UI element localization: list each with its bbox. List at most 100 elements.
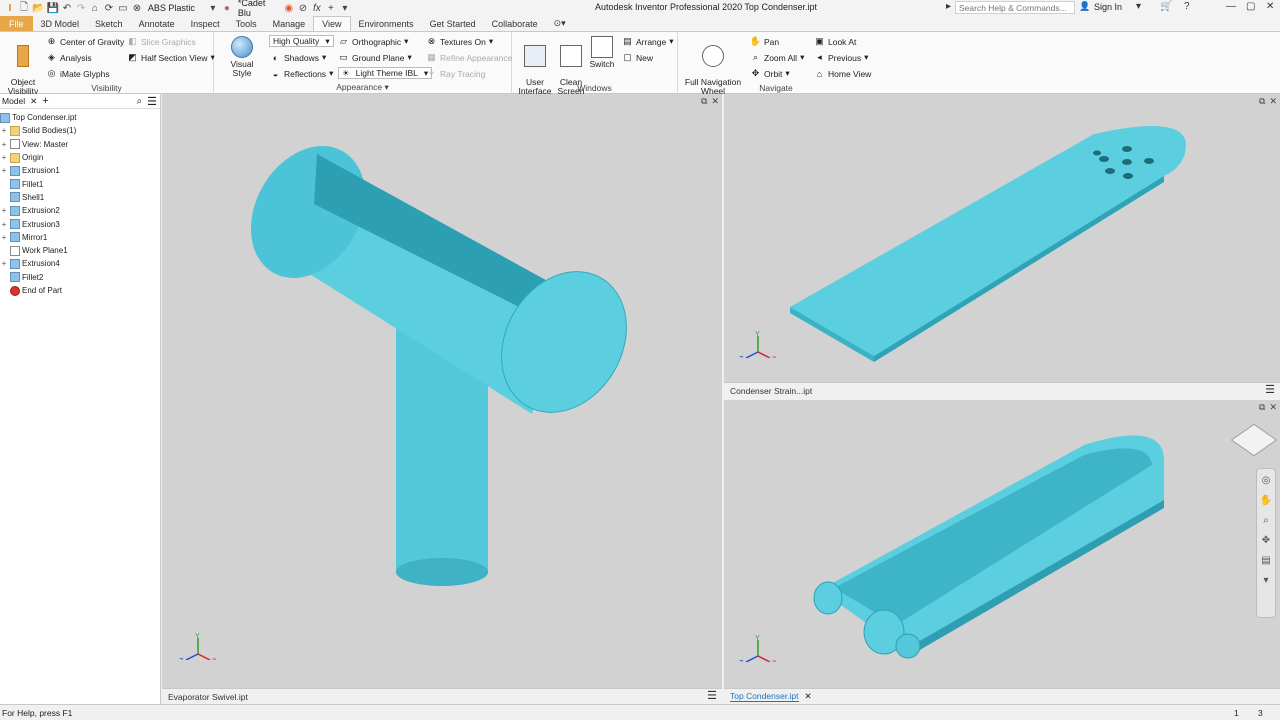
previous-view-button[interactable]: ◂ Previous ▾ [814, 52, 868, 63]
tree-node[interactable]: + View: Master [0, 138, 160, 151]
orthographic-button[interactable]: ▱ Orthographic ▾ [338, 36, 408, 47]
ray-tracing-button[interactable]: ✧ Ray Tracing [426, 68, 486, 79]
clear-appearance-icon[interactable]: ⊘ [297, 1, 309, 15]
imate-glyphs-button[interactable]: ◎ iMate Glyphs [46, 68, 110, 79]
tree-node[interactable]: Fillet1 [0, 177, 160, 190]
select-icon[interactable]: ▭ [117, 1, 129, 15]
add-tab-icon[interactable]: + [42, 95, 48, 107]
search-input[interactable] [955, 1, 1075, 14]
expand-icon[interactable]: + [0, 220, 8, 229]
expand-icon[interactable]: + [0, 153, 8, 162]
home-icon[interactable]: ⌂ [89, 1, 101, 15]
tab-view[interactable]: View [313, 16, 351, 31]
document-tab-condenser-strainer[interactable]: Condenser Strain...ipt [730, 386, 812, 396]
update-icon[interactable]: ⟳ [103, 1, 115, 15]
chevron-down-icon[interactable]: ▾ [207, 1, 219, 15]
tab-manage[interactable]: Manage [265, 16, 314, 31]
help-icon[interactable]: ? [1184, 1, 1190, 12]
appearance-select[interactable]: *Cadet Blu [235, 0, 281, 18]
cart-icon[interactable]: 🛒 [1160, 1, 1172, 12]
expand-icon[interactable]: + [0, 140, 8, 149]
pan-button[interactable]: ✋ Pan [750, 36, 779, 47]
minimize-icon[interactable]: — [1226, 1, 1236, 12]
customize-icon[interactable]: ▾ [339, 1, 351, 15]
expand-icon[interactable]: + [0, 233, 8, 242]
viewport-condenser-strainer[interactable]: ⧉ ✕ Y X Z Condenser Strain...ipt ☰ [724, 94, 1280, 398]
refine-appearance-button[interactable]: ▦ Refine Appearance [426, 52, 512, 63]
ribbon-options-icon[interactable]: ⊙▾ [546, 16, 574, 31]
orbit-button[interactable]: ✥ Orbit ▾ [750, 68, 790, 79]
expand-icon[interactable]: + [0, 206, 8, 215]
document-tab-evaporator-swivel[interactable]: Evaporator Swivel.ipt [168, 692, 248, 702]
slice-graphics-button[interactable]: ◧ Slice Graphics [127, 36, 196, 47]
tab-environments[interactable]: Environments [351, 16, 422, 31]
new-file-icon[interactable]: 🗋 [18, 1, 30, 15]
expand-icon[interactable]: + [0, 126, 8, 135]
ground-plane-button[interactable]: ▭ Ground Plane ▾ [338, 52, 412, 63]
tab-get-started[interactable]: Get Started [422, 16, 484, 31]
menu-icon[interactable]: ☰ [1265, 383, 1275, 396]
save-icon[interactable]: 💾 [46, 1, 58, 15]
half-section-view-button[interactable]: ◩ Half Section View ▾ [127, 52, 215, 63]
redo-icon[interactable]: ↷ [75, 1, 87, 15]
open-folder-icon[interactable]: 📂 [32, 1, 44, 15]
center-of-gravity-button[interactable]: ⊕ Center of Gravity [46, 36, 125, 47]
orbit-icon[interactable]: ✥ [1262, 535, 1270, 546]
tree-node[interactable]: + Mirror1 [0, 231, 160, 244]
tree-node[interactable]: End of Part [0, 284, 160, 297]
appearance-group-label[interactable]: Appearance ▾ [214, 82, 511, 93]
plus-icon[interactable]: + [325, 1, 337, 15]
look-at-button[interactable]: ▣ Look At [814, 36, 856, 47]
close-icon[interactable]: ✕ [30, 96, 37, 107]
close-icon[interactable]: ✕ [1266, 1, 1274, 12]
textures-on-button[interactable]: ⊗ Textures On ▾ [426, 36, 493, 47]
zoom-all-button[interactable]: ⌕ Zoom All ▾ [750, 52, 804, 63]
switch-button[interactable]: Switch [588, 36, 616, 69]
tree-root[interactable]: Top Condenser.ipt [0, 111, 160, 124]
arrange-button[interactable]: ▤ Arrange ▾ [622, 36, 673, 47]
visual-style-button[interactable]: Visual Style [220, 36, 264, 78]
zoom-icon[interactable]: ⌕ [1263, 515, 1269, 526]
tree-node[interactable]: Shell1 [0, 191, 160, 204]
tab-collaborate[interactable]: Collaborate [484, 16, 546, 31]
steering-wheel-icon[interactable]: ◎ [1262, 475, 1271, 486]
tree-node[interactable]: + Extrusion1 [0, 164, 160, 177]
search-arrow-icon[interactable]: ▸ [946, 1, 951, 12]
new-window-button[interactable]: ▢ New [622, 52, 653, 63]
tab-tools[interactable]: Tools [228, 16, 265, 31]
undo-icon[interactable]: ↶ [61, 1, 73, 15]
shadows-button[interactable]: ◐ Shadows ▾ [270, 52, 326, 63]
menu-icon[interactable]: ☰ [707, 689, 717, 702]
viewport-top-condenser[interactable]: ⧉ ✕ Y X Z Top Condenser.ipt ✕ [724, 400, 1280, 704]
browser-tab-model[interactable]: Model [2, 96, 25, 106]
function-icon[interactable]: fx [311, 1, 323, 15]
close-icon[interactable]: ✕ [805, 691, 812, 702]
expand-icon[interactable]: + [0, 166, 8, 175]
tab-sketch[interactable]: Sketch [87, 16, 131, 31]
reflections-button[interactable]: ◒ Reflections ▾ [270, 68, 334, 79]
signin-chevron-icon[interactable]: ▾ [1136, 1, 1141, 12]
pan-hand-icon[interactable]: ✋ [1260, 495, 1272, 506]
sign-in-link[interactable]: Sign In [1094, 2, 1122, 12]
document-tab-top-condenser[interactable]: Top Condenser.ipt [730, 691, 799, 702]
home-view-button[interactable]: ⌂ Home View [814, 68, 872, 79]
nav-options-icon[interactable]: ▾ [1263, 575, 1268, 586]
tree-node[interactable]: Work Plane1 [0, 244, 160, 257]
tab-annotate[interactable]: Annotate [131, 16, 183, 31]
material-select[interactable]: ABS Plastic [145, 2, 205, 15]
restore-icon[interactable]: ▢ [1246, 1, 1255, 12]
look-at-icon[interactable]: ▤ [1261, 555, 1270, 566]
tab-inspect[interactable]: Inspect [183, 16, 228, 31]
light-theme-dropdown[interactable]: ☀ Light Theme IBL ▾ [338, 67, 433, 79]
tab-3d-model[interactable]: 3D Model [33, 16, 88, 31]
tree-node[interactable]: + Extrusion4 [0, 257, 160, 270]
tree-node[interactable]: + Extrusion3 [0, 217, 160, 230]
tree-node[interactable]: + Extrusion2 [0, 204, 160, 217]
search-icon[interactable]: ⌕ [137, 96, 143, 107]
quality-dropdown[interactable]: High Quality ▾ [269, 35, 334, 47]
tree-node[interactable]: Fillet2 [0, 271, 160, 284]
tree-node[interactable]: + Origin [0, 151, 160, 164]
color-wheel-icon[interactable]: ◉ [283, 1, 295, 15]
menu-icon[interactable]: ☰ [147, 95, 160, 108]
inventor-logo-icon[interactable]: I [4, 1, 16, 15]
